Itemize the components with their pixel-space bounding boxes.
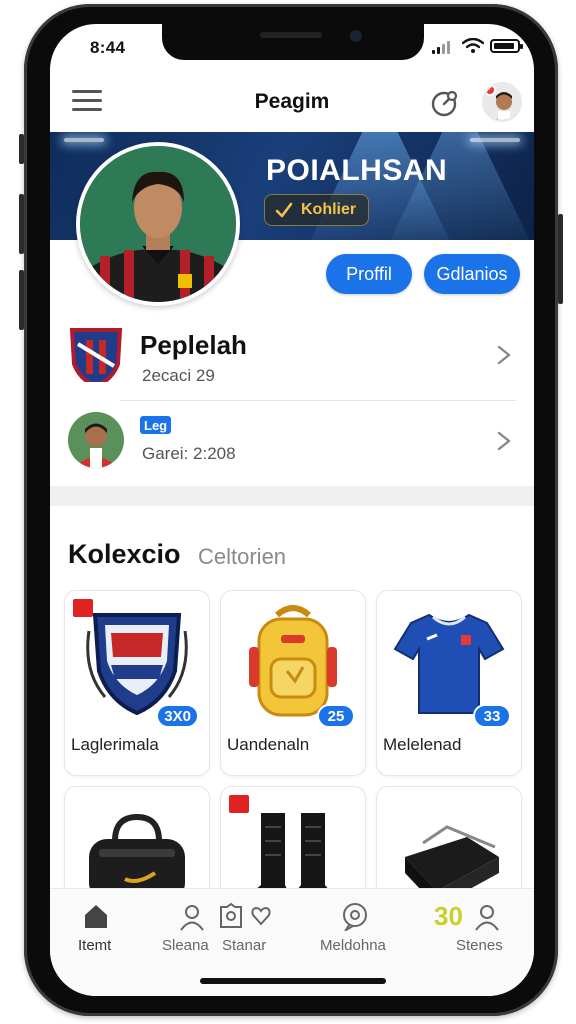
- list-item-tag: Leg: [140, 416, 172, 434]
- front-camera: [350, 30, 362, 42]
- volume-down-button: [19, 270, 24, 330]
- player-avatar: [68, 412, 124, 468]
- speaker: [260, 32, 322, 38]
- section-title: Kolexcio: [68, 539, 181, 569]
- power-button: [558, 214, 563, 304]
- section-separator: [50, 486, 534, 506]
- app-header: Peagim: [50, 76, 534, 132]
- item-count-badge: 33: [473, 704, 511, 728]
- collection-card[interactable]: 25 Uandenaln: [220, 590, 366, 776]
- home-icon: [85, 905, 107, 928]
- banner-title: POIALHSAN: [266, 154, 448, 187]
- status-time: 8:44: [90, 38, 126, 57]
- item-count-badge: 25: [317, 704, 355, 728]
- section-subtitle: Celtorien: [198, 544, 287, 569]
- tab-stanar-label: Stanar: [222, 937, 267, 954]
- item-count-badge: 3X0: [156, 704, 199, 728]
- list-divider: [120, 400, 516, 401]
- club-crest-icon: [68, 326, 124, 382]
- chat-icon: [343, 903, 367, 931]
- tab-home-label: Itemt: [78, 937, 112, 954]
- tab-sleana-label: Sleana: [162, 937, 209, 954]
- card-label: Laglerimala: [71, 735, 159, 754]
- signal-icon: [432, 40, 450, 54]
- tab-meldohna[interactable]: Meldohna: [316, 889, 396, 979]
- tab-stenes-label: Stenes: [456, 937, 503, 954]
- profile-button[interactable]: Proffil: [326, 254, 412, 294]
- home-indicator[interactable]: [200, 978, 386, 984]
- gear-icon[interactable]: [428, 86, 462, 120]
- chevron-right-icon: [497, 345, 511, 365]
- profile-photo[interactable]: [76, 142, 240, 306]
- tab-home[interactable]: Itemt: [64, 889, 130, 979]
- chevron-right-icon: [497, 431, 511, 451]
- user-avatar[interactable]: [482, 82, 522, 122]
- user-icon: [180, 905, 204, 931]
- app-screen: 8:44 Peagim POIALHSAN Kohlier Proffil Gd…: [50, 24, 534, 996]
- wifi-icon: [462, 38, 484, 53]
- battery-icon: [490, 39, 523, 53]
- player-portrait-icon: [80, 146, 236, 302]
- banner-badge-label: Kohlier: [301, 201, 357, 218]
- list-item[interactable]: Peplelah 2ecaci 29: [50, 322, 534, 392]
- badge-icon: [220, 903, 242, 928]
- list-item-title: Peplelah: [140, 330, 247, 360]
- stadium-lights: [64, 138, 104, 142]
- user-icon: [475, 905, 499, 931]
- collection-card[interactable]: 3X0 Laglerimala: [64, 590, 210, 776]
- notification-dot: [484, 84, 496, 96]
- tab-stenes[interactable]: 30 Stenes: [430, 889, 520, 979]
- tab-count-badge: 30: [434, 901, 463, 931]
- player-face-icon: [68, 412, 124, 468]
- check-icon: [275, 202, 293, 218]
- card-label: Uandenaln: [227, 735, 310, 754]
- list-item[interactable]: Leg Garei: 2:208: [50, 410, 534, 474]
- banner-badge: Kohlier: [264, 194, 370, 226]
- tab-meldohna-label: Meldohna: [320, 937, 386, 954]
- mute-switch: [19, 134, 24, 164]
- heart-icon: [251, 906, 271, 926]
- card-label: Melelenad: [383, 735, 462, 754]
- secondary-action-button[interactable]: Gdlanios: [424, 254, 520, 294]
- list-item-subtitle: Garei: 2:208: [142, 444, 236, 463]
- notch: [162, 24, 424, 60]
- collection-card[interactable]: 33 Melelenad: [376, 590, 522, 776]
- tab-stanar[interactable]: Stanar: [218, 889, 292, 979]
- list-item-subtitle: 2ecaci 29: [142, 366, 215, 385]
- stadium-lights: [470, 138, 520, 142]
- volume-up-button: [19, 194, 24, 254]
